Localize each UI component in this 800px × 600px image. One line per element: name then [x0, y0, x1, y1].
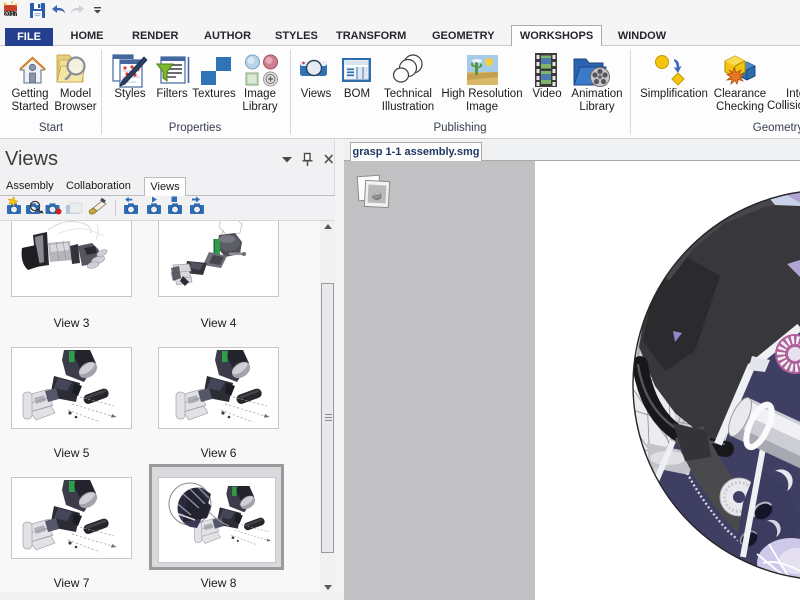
svg-text:2017: 2017 [4, 12, 18, 18]
